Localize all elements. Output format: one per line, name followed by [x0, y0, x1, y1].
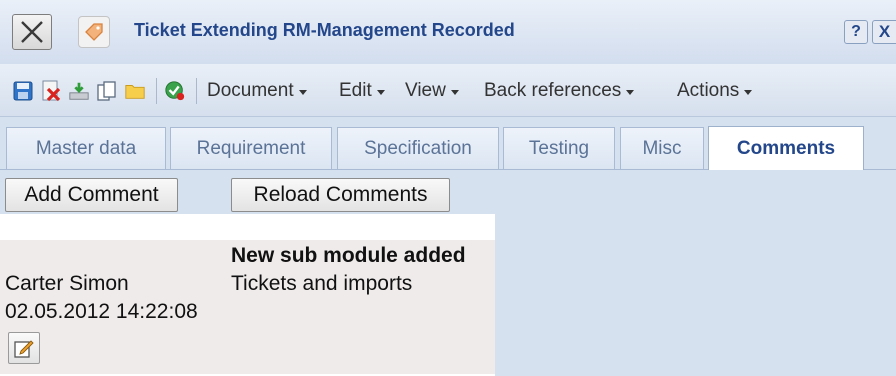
comment-date: 02.05.2012 14:22:08 [5, 300, 198, 323]
comment-item: New sub module added Carter Simon Ticket… [0, 240, 495, 374]
reload-comments-button[interactable]: Reload Comments [231, 178, 450, 212]
menu-view[interactable]: View [405, 80, 459, 102]
close-icon[interactable] [12, 14, 52, 50]
edit-icon[interactable] [8, 332, 40, 364]
chevron-down-icon [298, 89, 307, 95]
menu-label: Actions [677, 80, 740, 101]
check-icon[interactable] [164, 80, 186, 102]
menu-back-references[interactable]: Back references [484, 80, 635, 102]
menu-edit[interactable]: Edit [339, 80, 385, 102]
window-title: Ticket Extending RM-Management Recorded [134, 20, 515, 40]
comment-title: New sub module added [231, 244, 466, 267]
chevron-down-icon [744, 89, 753, 95]
help-button[interactable]: ? [844, 20, 868, 44]
tag-icon [78, 16, 110, 48]
toolbar-separator [156, 78, 157, 104]
title-bar: Ticket Extending RM-Management Recorded … [0, 0, 896, 65]
copy-icon[interactable] [96, 80, 118, 102]
tab-master-data[interactable]: Master data [6, 127, 166, 169]
comment-author: Carter Simon [5, 272, 129, 295]
menu-label: View [405, 80, 446, 101]
tab-bar: Master data Requirement Specification Te… [0, 117, 896, 170]
comment-body: Tickets and imports [231, 272, 413, 295]
tab-testing[interactable]: Testing [503, 127, 615, 169]
tab-requirement[interactable]: Requirement [170, 127, 332, 169]
chevron-down-icon [376, 89, 385, 95]
add-comment-button[interactable]: Add Comment [5, 178, 178, 212]
folder-icon[interactable] [124, 80, 146, 102]
menu-actions[interactable]: Actions [677, 80, 753, 102]
menu-document[interactable]: Document [207, 80, 307, 102]
menu-label: Edit [339, 80, 372, 101]
delete-icon[interactable] [40, 80, 62, 102]
tab-comments[interactable]: Comments [708, 126, 864, 170]
tab-misc[interactable]: Misc [620, 127, 704, 169]
comment-list: New sub module added Carter Simon Ticket… [0, 214, 495, 376]
window-close-button[interactable]: X [872, 20, 896, 44]
chevron-down-icon [626, 89, 635, 95]
save-icon[interactable] [12, 80, 34, 102]
menu-label: Document [207, 80, 294, 101]
download-icon[interactable] [68, 80, 90, 102]
menu-label: Back references [484, 80, 622, 101]
chevron-down-icon [450, 89, 459, 95]
toolbar-separator [196, 78, 197, 104]
tab-specification[interactable]: Specification [337, 127, 499, 169]
toolbar: Document Edit View Back references Actio… [0, 64, 896, 117]
